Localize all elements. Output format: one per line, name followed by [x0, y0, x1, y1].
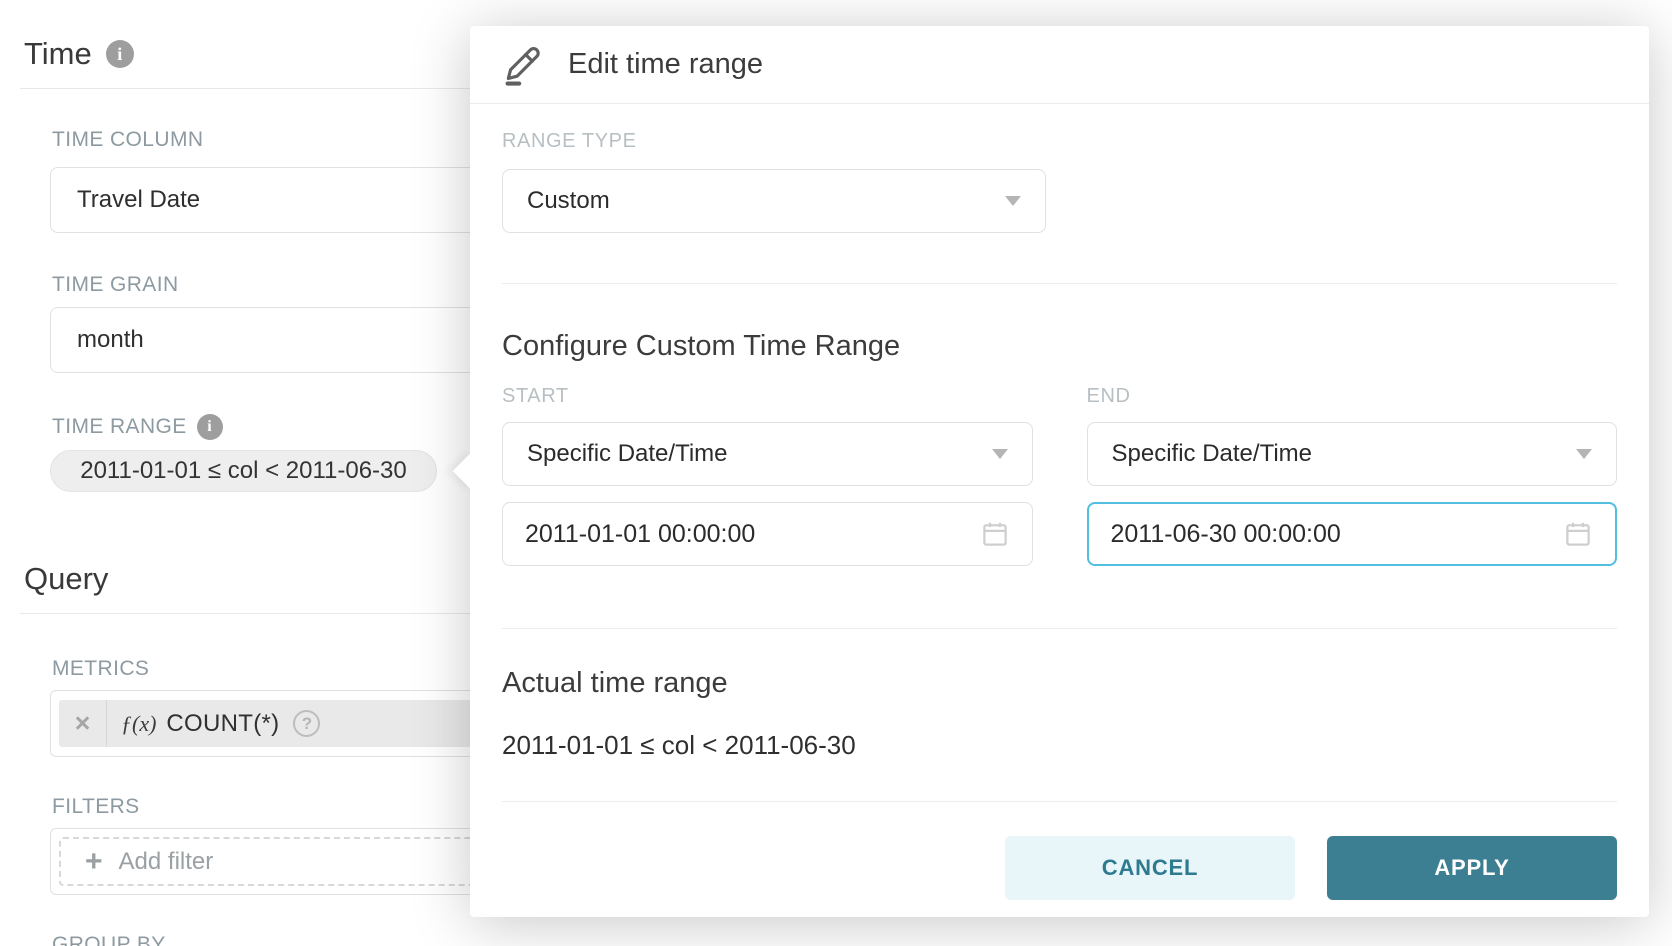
- query-section-title: Query: [24, 561, 108, 597]
- range-type-value: Custom: [527, 187, 610, 215]
- time-section-label: Time: [24, 36, 92, 72]
- plus-icon: +: [85, 847, 103, 877]
- popover-header: Edit time range: [470, 26, 1649, 104]
- time-range-pill[interactable]: 2011-01-01 ≤ col < 2011-06-30: [50, 450, 437, 492]
- end-datetime-field: [1087, 502, 1618, 566]
- cancel-button[interactable]: CANCEL: [1005, 836, 1295, 900]
- info-icon[interactable]: i: [197, 414, 223, 440]
- end-column: END Specific Date/Time: [1087, 385, 1618, 566]
- function-icon: ƒ(x): [121, 711, 156, 737]
- time-range-label-text: TIME RANGE: [52, 415, 187, 439]
- edit-pencil-icon: [502, 44, 544, 86]
- range-type-label: RANGE TYPE: [502, 130, 1617, 153]
- start-datetime-field: [502, 502, 1033, 566]
- apply-button[interactable]: APPLY: [1327, 836, 1617, 900]
- time-column-value: Travel Date: [77, 186, 200, 214]
- range-type-select[interactable]: Custom: [502, 169, 1046, 233]
- end-type-value: Specific Date/Time: [1112, 440, 1313, 468]
- start-label: START: [502, 385, 1033, 408]
- calendar-icon[interactable]: [980, 519, 1010, 549]
- edit-time-range-popover: Edit time range RANGE TYPE Custom Config…: [470, 26, 1649, 917]
- start-type-select[interactable]: Specific Date/Time: [502, 422, 1033, 486]
- chevron-down-icon: [1005, 196, 1021, 206]
- calendar-icon[interactable]: [1563, 519, 1593, 549]
- chevron-down-icon: [1576, 449, 1592, 459]
- time-column-label: TIME COLUMN: [52, 128, 203, 152]
- start-column: START Specific Date/Time: [502, 385, 1033, 566]
- section-divider: [502, 283, 1617, 284]
- explore-screen: Time i TIME COLUMN Travel Date TIME GRAI…: [0, 0, 1672, 946]
- time-section-title: Time i: [24, 36, 134, 72]
- time-grain-label: TIME GRAIN: [52, 273, 179, 297]
- start-type-value: Specific Date/Time: [527, 440, 728, 468]
- time-grain-value: month: [77, 326, 144, 354]
- end-label: END: [1087, 385, 1618, 408]
- group-by-label: GROUP BY: [52, 933, 166, 946]
- metric-name: COUNT(*): [166, 710, 279, 738]
- chevron-down-icon: [992, 449, 1008, 459]
- start-datetime-input[interactable]: [525, 520, 980, 549]
- section-divider: [502, 628, 1617, 629]
- info-icon[interactable]: i: [106, 40, 134, 68]
- add-filter-label: Add filter: [119, 848, 214, 876]
- configure-heading: Configure Custom Time Range: [502, 330, 1617, 363]
- time-range-value: 2011-01-01 ≤ col < 2011-06-30: [80, 457, 407, 485]
- metrics-label: METRICS: [52, 657, 149, 681]
- actual-time-range-value: 2011-01-01 ≤ col < 2011-06-30: [502, 730, 1617, 761]
- popover-footer: CANCEL APPLY: [502, 836, 1617, 900]
- help-icon[interactable]: ?: [293, 710, 320, 737]
- end-type-select[interactable]: Specific Date/Time: [1087, 422, 1618, 486]
- footer-divider: [502, 801, 1617, 802]
- end-datetime-input[interactable]: [1111, 520, 1564, 549]
- actual-time-range-heading: Actual time range: [502, 667, 1617, 700]
- close-icon[interactable]: ×: [59, 700, 107, 747]
- popover-title: Edit time range: [568, 48, 763, 81]
- filters-label: FILTERS: [52, 795, 140, 819]
- query-section-label: Query: [24, 561, 108, 597]
- time-range-label: TIME RANGE i: [52, 414, 223, 440]
